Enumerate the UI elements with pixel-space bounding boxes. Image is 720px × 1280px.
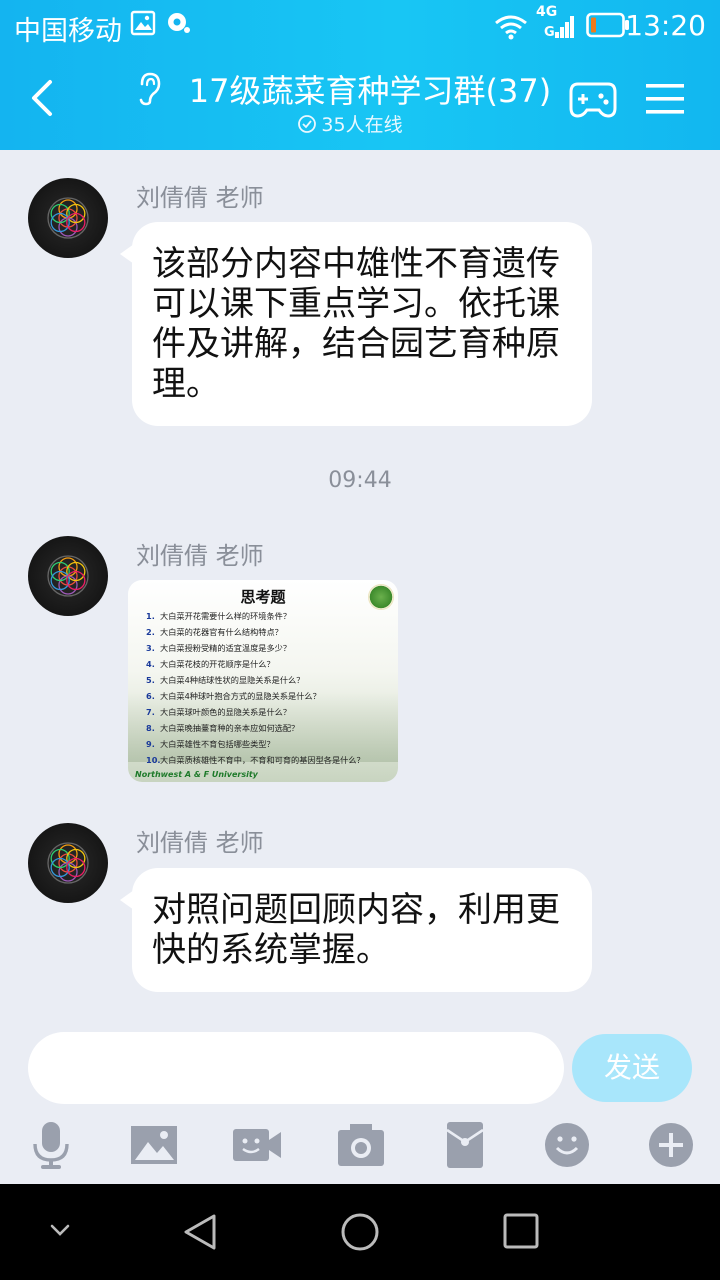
flower-of-life-avatar-icon — [47, 842, 89, 884]
app-header: 中国移动 4G G 13:20 17级蔬菜育种学习群(37) 35人在线 — [0, 0, 720, 150]
online-check-icon — [298, 115, 317, 133]
menu-icon[interactable] — [646, 82, 684, 116]
home-circle-icon[interactable] — [340, 1212, 380, 1252]
avatar[interactable] — [28, 536, 108, 616]
status-bar: 中国移动 4G G 13:20 — [0, 0, 720, 52]
recent-apps-square-icon[interactable] — [502, 1212, 540, 1250]
message-timestamp: 09:44 — [328, 468, 392, 493]
sender-name: 刘倩倩 老师 — [136, 184, 264, 212]
message-text: 该部分内容中雄性不育遗传可以课下重点学习。依托课件及讲解，结合园艺育种原理。 — [152, 244, 560, 404]
clock: 13:20 — [625, 9, 706, 42]
collapse-chevron-icon[interactable] — [46, 1220, 74, 1240]
signal-icon: G — [544, 16, 574, 40]
image-footer: Northwest A & F University — [135, 770, 258, 779]
gamepad-icon[interactable] — [568, 78, 618, 120]
question-item: 5. 大白菜4种结球性状的显隐关系是什么？ — [146, 675, 305, 685]
message-bubble[interactable]: 对照问题回顾内容，利用更快的系统掌握。 — [120, 868, 592, 992]
video-call-icon[interactable] — [232, 1120, 282, 1170]
question-item: 2. 大白菜的花器官有什么结构特点？ — [146, 627, 283, 637]
ear-icon — [139, 72, 161, 106]
chat-message-list[interactable]: 刘倩倩 老师 该部分内容中雄性不育遗传可以课下重点学习。依托课件及讲解，结合园艺… — [0, 150, 720, 1016]
microphone-icon[interactable] — [26, 1120, 76, 1170]
camera-icon[interactable] — [336, 1120, 386, 1170]
image-title: 思考题 — [240, 588, 286, 606]
emoji-icon[interactable] — [542, 1120, 592, 1170]
sender-name: 刘倩倩 老师 — [136, 542, 264, 570]
message-input[interactable] — [28, 1032, 564, 1104]
question-item: 9. 大白菜雄性不育包括哪些类型？ — [146, 739, 275, 749]
question-item: 6. 大白菜4种球叶抱合方式的显隐关系是什么？ — [146, 691, 321, 701]
chat-title-area[interactable]: 17级蔬菜育种学习群(37) 35人在线 — [130, 66, 570, 136]
chat-notification-icon — [168, 13, 190, 33]
plus-icon[interactable] — [646, 1120, 696, 1170]
online-count: 35人在线 — [321, 114, 403, 136]
message-bubble[interactable]: 该部分内容中雄性不育遗传可以课下重点学习。依托课件及讲解，结合园艺育种原理。 — [120, 222, 592, 426]
question-item: 8. 大白菜晚抽薹育种的亲本应如何选配？ — [146, 723, 300, 733]
question-item: 3. 大白菜授粉受精的适宜温度是多少？ — [146, 643, 292, 653]
flower-of-life-avatar-icon — [47, 197, 89, 239]
send-button[interactable]: 发送 — [572, 1034, 692, 1102]
sender-name: 刘倩倩 老师 — [136, 829, 264, 857]
online-status: 35人在线 — [130, 110, 570, 137]
image-icon[interactable] — [130, 1120, 178, 1170]
svg-text:G: G — [544, 25, 555, 40]
system-navigation-bar — [0, 1184, 720, 1280]
avatar[interactable] — [28, 178, 108, 258]
input-bar: 发送 — [0, 1016, 720, 1184]
carrier-name: 中国移动 — [14, 16, 122, 47]
gallery-notification-icon — [130, 10, 156, 36]
question-item: 7. 大白菜球叶颜色的显隐关系是什么？ — [146, 707, 292, 717]
back-triangle-icon[interactable] — [180, 1212, 220, 1252]
red-packet-icon[interactable] — [440, 1120, 490, 1170]
university-logo-icon — [368, 584, 394, 610]
flower-of-life-avatar-icon — [47, 555, 89, 597]
avatar[interactable] — [28, 823, 108, 903]
image-message[interactable]: 思考题 1. 大白菜开花需要什么样的环境条件？ 2. 大白菜的花器官有什么结构特点？… — [128, 580, 398, 782]
back-arrow-icon[interactable] — [22, 76, 66, 120]
group-title: 17级蔬菜育种学习群(37) — [188, 72, 552, 110]
question-item: 4. 大白菜花枝的开花顺序是什么？ — [146, 659, 275, 669]
wifi-icon — [495, 15, 527, 40]
battery-icon — [586, 12, 629, 38]
message-text: 对照问题回顾内容，利用更快的系统掌握。 — [152, 890, 560, 970]
question-item: 10.大白菜质核雄性不育中，不育和可育的基因型各是什么？ — [146, 755, 365, 765]
question-list: 1. 大白菜开花需要什么样的环境条件？ 2. 大白菜的花器官有什么结构特点？ 3. 大… — [146, 608, 398, 768]
question-item: 1. 大白菜开花需要什么样的环境条件？ — [146, 611, 292, 621]
